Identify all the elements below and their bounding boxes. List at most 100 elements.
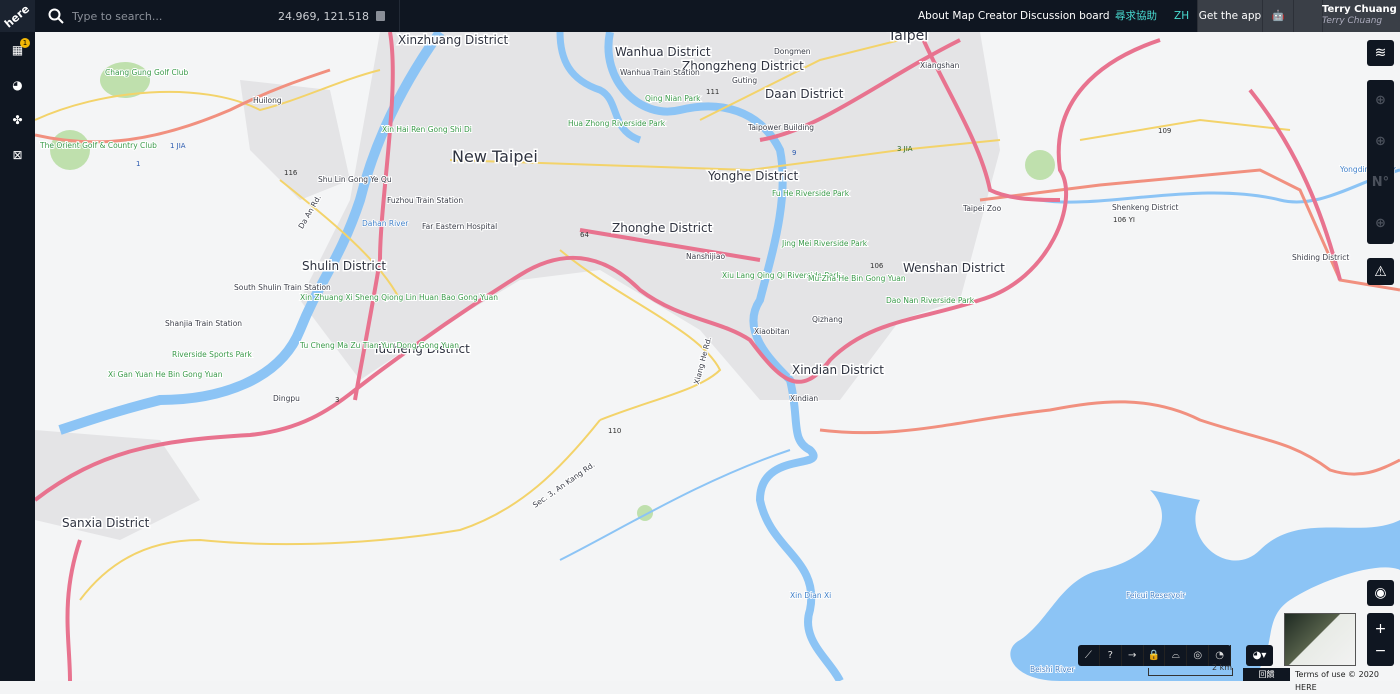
place: The Orient Golf & Country Club <box>39 141 157 150</box>
search-icon[interactable] <box>48 8 64 24</box>
label-wanhua: Wanhua District <box>615 45 711 59</box>
water-label: Feicui Reservoir <box>1126 591 1186 600</box>
nav-language[interactable]: ZH <box>1174 0 1189 32</box>
place: Chang Gung Golf Club <box>105 68 189 77</box>
report-warning-button[interactable]: ⚠ <box>1367 258 1394 285</box>
shield: 9 <box>792 149 796 157</box>
add-road-icon[interactable]: ⊕ <box>1367 80 1394 121</box>
zoom-controls: + − <box>1367 613 1394 666</box>
label-yonghe: Yonghe District <box>707 169 799 183</box>
scale-bar: 2 km <box>1148 664 1233 676</box>
speed-limit-icon[interactable]: ◎ <box>1187 645 1210 666</box>
logo-text: here <box>2 1 33 31</box>
nav-about[interactable]: About Map Creator <box>918 0 1017 32</box>
community-icon[interactable]: ✤ <box>10 112 25 127</box>
place: Xin Zhuang Xi Sheng Qiong Lin Huan Bao G… <box>300 293 498 302</box>
place: Jing Mei Riverside Park <box>781 239 868 248</box>
zoom-in-button[interactable]: + <box>1375 621 1387 637</box>
place: Dingpu <box>273 394 300 403</box>
place: Huilong <box>253 96 282 105</box>
map-style-dropdown[interactable]: ◕▾ <box>1246 645 1273 666</box>
shield: 3 <box>335 396 339 404</box>
terms-link[interactable]: Terms of use © 2020 HERE <box>1295 668 1400 694</box>
shield: 111 <box>706 88 719 96</box>
place: Riverside Sports Park <box>172 350 252 359</box>
shield: 1 <box>136 160 140 168</box>
shield: 3 JIA <box>897 145 913 153</box>
direction-icon[interactable]: → <box>1122 645 1144 666</box>
user-menu[interactable]: Terry Chuang Terry Chuang <box>1322 4 1397 27</box>
place: Far Eastern Hospital <box>422 222 497 231</box>
top-bar: here 24.969, 121.518 About Map Creator D… <box>0 0 1400 32</box>
place: Hua Zhong Riverside Park <box>568 119 666 128</box>
copy-icon[interactable] <box>376 11 385 21</box>
place: Taipower Building <box>747 123 814 132</box>
shield: 110 <box>608 427 621 435</box>
map-svg: Xinzhuang District Wanhua District Zhong… <box>35 32 1400 681</box>
place: Tu Cheng Ma Zu Tian Yun Dong Gong Yuan <box>299 341 459 350</box>
apple-icon[interactable] <box>1293 0 1323 32</box>
layers-button[interactable]: ≋ <box>1367 40 1394 66</box>
locate-me-button[interactable]: ◉ <box>1367 580 1394 606</box>
elevation-icon[interactable]: ⌓ <box>1165 645 1188 666</box>
place: Qizhang <box>812 315 843 324</box>
search-bar: 24.969, 121.518 <box>35 0 400 32</box>
add-place-icon[interactable]: ⊕ <box>1367 121 1394 162</box>
place: Qing Nian Park <box>645 94 701 103</box>
place: Guting <box>732 76 757 85</box>
place: Xiaobitan <box>754 327 790 336</box>
sidebar: ▦ ◕ ✤ ⊠ <box>0 32 35 681</box>
nav-help[interactable]: 尋求協助 <box>1115 0 1157 32</box>
water-label: Dahan River <box>362 219 409 228</box>
edit-tools: ⊕ ⊕ N° ⊕ <box>1367 80 1394 244</box>
shield: 116 <box>284 169 298 177</box>
search-input[interactable] <box>72 9 252 23</box>
label-shiding: Shiding District <box>1292 253 1349 262</box>
user-name: Terry Chuang <box>1322 4 1397 15</box>
map-tools-bar: ⟋ ? → 🔒 ⌓ ◎ ◔ <box>1078 645 1232 666</box>
help-icon[interactable]: ? <box>1100 645 1122 666</box>
get-app-button[interactable]: Get the app <box>1197 0 1262 32</box>
shield: 64 <box>580 231 589 239</box>
place: Fuzhou Train Station <box>387 196 463 205</box>
label-daan: Daan District <box>765 87 844 101</box>
nav-discussion-board[interactable]: Discussion board <box>1020 0 1110 32</box>
place: Dao Nan Riverside Park <box>886 296 975 305</box>
place: Xin Hai Ren Gong Shi Di <box>382 125 472 134</box>
place: Shu Lin Gong Ye Qu <box>318 175 392 184</box>
label-zhongzheng: Zhongzheng District <box>682 59 804 73</box>
label-xindian: Xindian District <box>792 363 884 377</box>
label-taipei: Taipei <box>887 32 928 44</box>
shield: 1 JIA <box>170 142 186 150</box>
map-canvas[interactable]: Xinzhuang District Wanhua District Zhong… <box>35 32 1400 681</box>
map-icon[interactable]: ⊠ <box>10 147 25 162</box>
label-zhonghe: Zhonghe District <box>612 221 713 235</box>
label-wenshan: Wenshan District <box>903 261 1005 275</box>
pie-chart-icon[interactable]: ◕ <box>10 77 25 92</box>
place: Xi Gan Yuan He Bin Gong Yuan <box>108 370 223 379</box>
notification-badge: 1 <box>20 38 30 48</box>
label-xinzhuang: Xinzhuang District <box>398 33 508 47</box>
lock-icon[interactable]: 🔒 <box>1144 645 1166 666</box>
water-label: Beishi River <box>1030 665 1075 674</box>
place: Xiangshan <box>920 61 960 70</box>
add-area-icon[interactable]: ⊕ <box>1367 203 1394 244</box>
android-icon[interactable]: 🤖 <box>1262 0 1293 32</box>
label-new-taipei: New Taipei <box>452 147 538 166</box>
place: Mu Zha He Bin Gong Yuan <box>808 274 906 283</box>
place: Wanhua Train Station <box>620 68 700 77</box>
label-shulin: Shulin District <box>302 259 386 273</box>
measure-icon[interactable]: ⟋ <box>1078 645 1100 666</box>
add-address-icon[interactable]: N° <box>1367 162 1394 203</box>
shield: 106 <box>870 262 884 270</box>
place: Dongmen <box>774 47 811 56</box>
place: Taipei Zoo <box>962 204 1002 213</box>
place: Xindian <box>790 394 818 403</box>
place: Shanjia Train Station <box>165 319 242 328</box>
feedback-button[interactable]: 回饋 <box>1243 668 1290 681</box>
here-logo[interactable]: here <box>0 0 35 32</box>
label-sanxia: Sanxia District <box>62 516 150 530</box>
satellite-minimap-toggle[interactable] <box>1284 613 1356 666</box>
user-subname: Terry Chuang <box>1322 16 1383 26</box>
zoom-out-button[interactable]: − <box>1375 643 1387 659</box>
